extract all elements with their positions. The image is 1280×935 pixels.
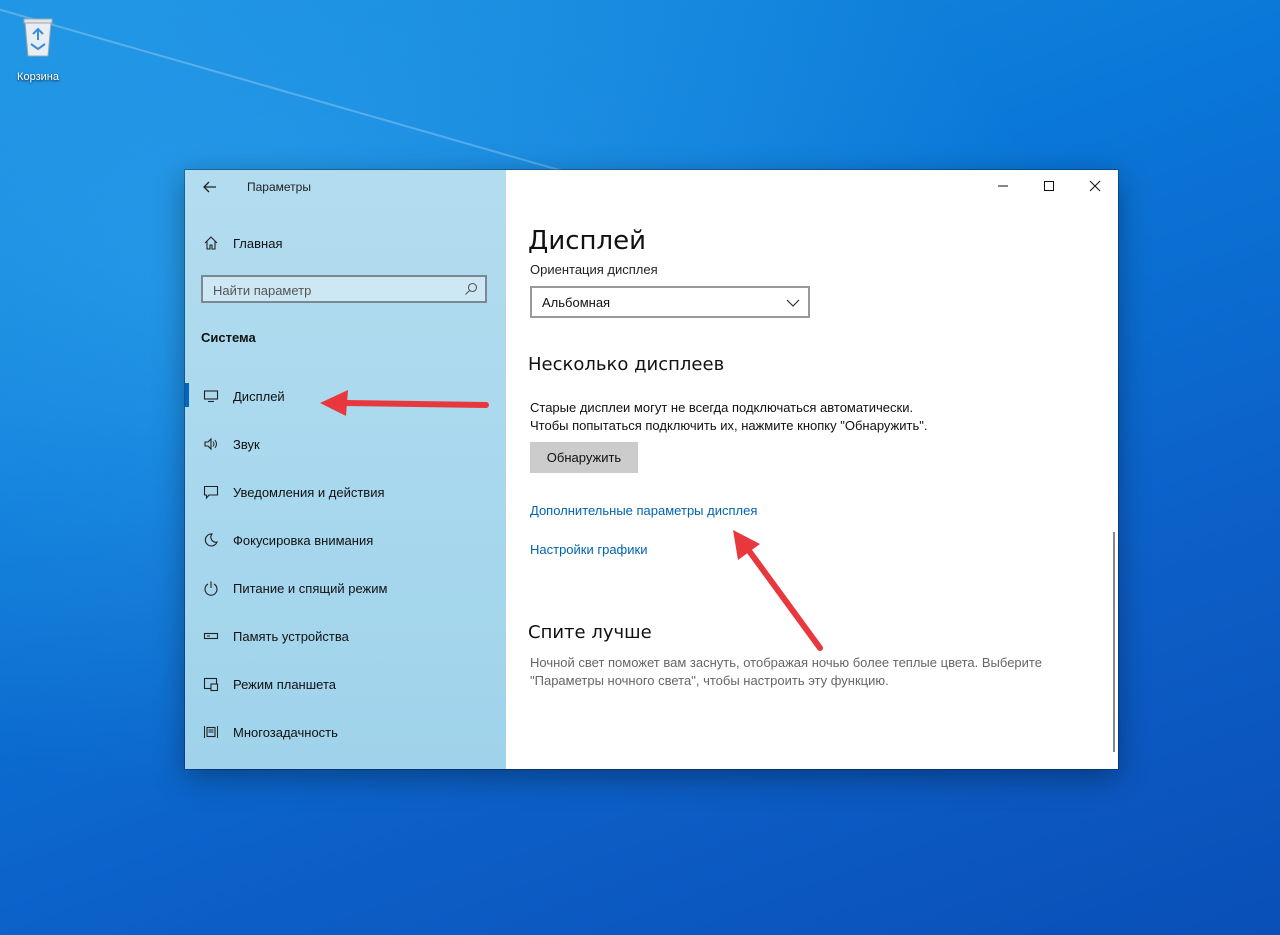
sidebar-item-label: Память устройства [233, 628, 349, 644]
multiple-displays-description: Старые дисплеи могут не всегда подключат… [530, 399, 927, 435]
sidebar-item-label: Многозадачность [233, 724, 338, 740]
sidebar-item-focus[interactable]: Фокусировка внимания [185, 516, 506, 564]
sidebar-item-label: Питание и спящий режим [233, 580, 388, 596]
multitask-icon [201, 722, 221, 742]
sidebar-item-label: Уведомления и действия [233, 484, 385, 500]
back-arrow-icon [203, 181, 216, 193]
sidebar-item-label: Дисплей [233, 388, 285, 404]
app-title: Параметры [247, 180, 311, 194]
recycle-bin-icon [23, 18, 53, 57]
search-box[interactable] [201, 275, 487, 303]
recycle-bin-shortcut[interactable]: Корзина [10, 16, 66, 83]
sidebar-item-home[interactable]: Главная [185, 228, 506, 258]
main-content: Дисплей Ориентация дисплея Альбомная Нес… [506, 170, 1118, 769]
monitor-icon [201, 386, 221, 406]
page-title: Дисплей [528, 226, 647, 256]
sidebar-item-multitasking[interactable]: Многозадачность [185, 708, 506, 756]
sleep-better-heading: Спите лучше [528, 622, 652, 643]
power-icon [201, 578, 221, 598]
window-controls [980, 170, 1118, 202]
speaker-icon [201, 434, 221, 454]
description-line: Старые дисплеи могут не всегда подключат… [530, 400, 914, 415]
maximize-button[interactable] [1026, 170, 1072, 202]
detect-button[interactable]: Обнаружить [530, 442, 638, 473]
sidebar: Параметры Главная Система Дисп [185, 170, 506, 769]
storage-icon [201, 626, 221, 646]
home-label: Главная [233, 235, 283, 251]
section-heading-system: Система [201, 330, 256, 345]
sidebar-item-notifications[interactable]: Уведомления и действия [185, 468, 506, 516]
sidebar-item-label: Режим планшета [233, 676, 336, 692]
orientation-dropdown[interactable]: Альбомная [530, 286, 810, 318]
advanced-display-settings-link[interactable]: Дополнительные параметры дисплея [530, 503, 757, 518]
minimize-icon [998, 185, 1008, 187]
sleep-better-description: Ночной свет поможет вам заснуть, отображ… [530, 655, 1042, 688]
graphics-settings-link[interactable]: Настройки графики [530, 542, 647, 557]
sidebar-item-label: Фокусировка внимания [233, 532, 374, 548]
sidebar-item-label: Звук [233, 436, 260, 452]
multiple-displays-heading: Несколько дисплеев [528, 354, 725, 375]
orientation-label: Ориентация дисплея [530, 262, 658, 277]
chevron-down-icon [786, 299, 800, 307]
close-icon [1089, 180, 1101, 192]
settings-window: Параметры Главная Система Дисп [185, 170, 1118, 769]
sidebar-nav: Дисплей Звук Уведомления и действия Фоку… [185, 372, 506, 756]
recycle-bin-label: Корзина [17, 71, 59, 83]
notification-icon [201, 482, 221, 502]
minimize-button[interactable] [980, 170, 1026, 202]
scrollbar[interactable] [1113, 532, 1115, 752]
moon-icon [201, 530, 221, 550]
sidebar-item-storage[interactable]: Память устройства [185, 612, 506, 660]
sidebar-item-tablet[interactable]: Режим планшета [185, 660, 506, 708]
tablet-icon [201, 674, 221, 694]
sidebar-item-display[interactable]: Дисплей [185, 372, 506, 420]
sidebar-item-sound[interactable]: Звук [185, 420, 506, 468]
orientation-value: Альбомная [542, 294, 611, 310]
search-icon [465, 282, 478, 295]
search-input[interactable] [203, 277, 465, 303]
home-icon [201, 233, 221, 253]
back-button[interactable] [199, 177, 221, 197]
description-line: Чтобы попытаться подключить их, нажмите … [530, 418, 928, 433]
maximize-icon [1044, 181, 1054, 191]
titlebar-left: Параметры [185, 170, 506, 204]
sidebar-item-power[interactable]: Питание и спящий режим [185, 564, 506, 612]
close-button[interactable] [1072, 170, 1118, 202]
